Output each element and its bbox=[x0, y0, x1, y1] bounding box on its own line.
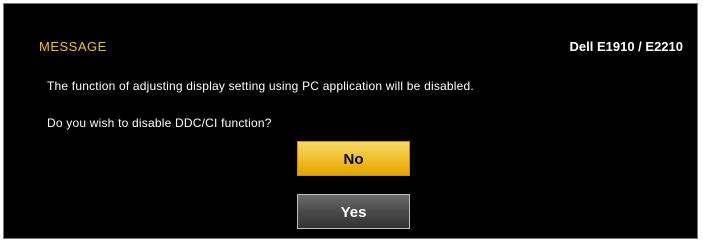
monitor-model-label: Dell E1910 / E2210 bbox=[569, 39, 683, 54]
yes-button[interactable]: Yes bbox=[297, 194, 410, 229]
message-text-line-2: Do you wish to disable DDC/CI function? bbox=[47, 116, 272, 130]
dialog-title: MESSAGE bbox=[39, 39, 107, 54]
no-button[interactable]: No bbox=[297, 141, 410, 176]
dialog-header: MESSAGE Dell E1910 / E2210 bbox=[39, 39, 683, 57]
osd-message-dialog: MESSAGE Dell E1910 / E2210 The function … bbox=[3, 3, 698, 239]
message-text-line-1: The function of adjusting display settin… bbox=[47, 79, 474, 93]
